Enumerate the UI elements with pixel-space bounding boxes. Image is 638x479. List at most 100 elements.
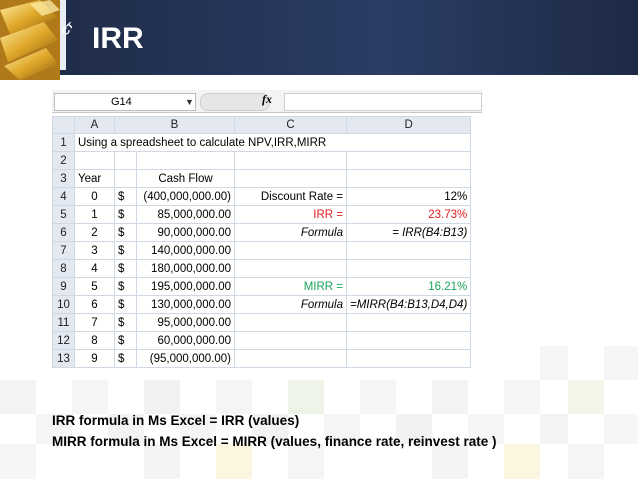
- cell-currency[interactable]: $: [114, 295, 137, 314]
- cell-currency[interactable]: [114, 151, 137, 170]
- mirr-label-cell[interactable]: MIRR =: [234, 277, 347, 296]
- cell-c[interactable]: [234, 349, 347, 368]
- row-header[interactable]: 1: [52, 133, 75, 152]
- column-header-a[interactable]: A: [74, 116, 115, 134]
- formula-input[interactable]: [284, 93, 482, 111]
- cell-b[interactable]: 60,000,000.00: [136, 331, 235, 350]
- table-row: 13 9 $ (95,000,000.00): [52, 349, 472, 368]
- select-all-corner[interactable]: [52, 116, 75, 134]
- cell-c[interactable]: [234, 151, 347, 170]
- cell-d[interactable]: [345, 331, 472, 350]
- cell-d[interactable]: [345, 169, 472, 188]
- cell-b[interactable]: [136, 151, 235, 170]
- row-header[interactable]: 10: [52, 295, 75, 314]
- chevron-down-icon[interactable]: ▼: [185, 94, 194, 110]
- cell-currency[interactable]: [114, 169, 137, 188]
- cell-a[interactable]: 8: [74, 331, 115, 350]
- cell-b[interactable]: 180,000,000.00: [136, 259, 235, 278]
- name-box[interactable]: G14 ▼: [54, 93, 196, 111]
- cell-a[interactable]: 3: [74, 241, 115, 260]
- cell-a[interactable]: [74, 151, 115, 170]
- table-row: 11 7 $ 95,000,000.00: [52, 313, 472, 332]
- cell-d[interactable]: 12%: [345, 187, 472, 206]
- row-header[interactable]: 8: [52, 259, 75, 278]
- cell-c[interactable]: [234, 241, 347, 260]
- name-box-value: G14: [111, 96, 132, 108]
- cell-c[interactable]: Formula: [234, 223, 347, 242]
- mirr-value-cell[interactable]: 16.21%: [345, 277, 472, 296]
- cell-currency[interactable]: $: [114, 205, 137, 224]
- formula-notes: IRR formula in Ms Excel = IRR (values) M…: [52, 410, 632, 452]
- cell-d[interactable]: [345, 259, 472, 278]
- row-header[interactable]: 13: [52, 349, 75, 368]
- cell-b[interactable]: 95,000,000.00: [136, 313, 235, 332]
- cell-d[interactable]: [345, 151, 472, 170]
- cell-currency[interactable]: $: [114, 241, 137, 260]
- row-header[interactable]: 11: [52, 313, 75, 332]
- page-title: IRR: [92, 22, 144, 55]
- irr-label-cell[interactable]: IRR =: [234, 205, 347, 224]
- table-row: 6 2 $ 90,000,000.00 Formula = IRR(B4:B13…: [52, 223, 472, 242]
- cell-currency[interactable]: $: [114, 223, 137, 242]
- row-header[interactable]: 2: [52, 151, 75, 170]
- cell-b[interactable]: 130,000,000.00: [136, 295, 235, 314]
- cell-c[interactable]: [234, 169, 347, 188]
- column-header-d[interactable]: D: [345, 116, 472, 134]
- column-header-b[interactable]: B: [114, 116, 235, 134]
- row-header[interactable]: 4: [52, 187, 75, 206]
- cell-b[interactable]: (400,000,000.00): [136, 187, 235, 206]
- mirr-note: MIRR formula in Ms Excel = MIRR (values,…: [52, 434, 497, 449]
- cell-c[interactable]: [234, 259, 347, 278]
- irr-value-cell[interactable]: 23.73%: [345, 205, 472, 224]
- title-cell[interactable]: Using a spreadsheet to calculate NPV,IRR…: [73, 133, 472, 152]
- row-header[interactable]: 5: [52, 205, 75, 224]
- cell-a[interactable]: 5: [74, 277, 115, 296]
- cell-b[interactable]: Cash Flow: [136, 169, 235, 188]
- row-header[interactable]: 12: [52, 331, 75, 350]
- spreadsheet-table: A B C D 1 Using a spreadsheet to calcula…: [52, 116, 472, 368]
- cell-currency[interactable]: $: [114, 259, 137, 278]
- cell-b[interactable]: 140,000,000.00: [136, 241, 235, 260]
- row-header[interactable]: 6: [52, 223, 75, 242]
- cell-b[interactable]: (95,000,000.00): [136, 349, 235, 368]
- cell-currency[interactable]: $: [114, 331, 137, 350]
- cell-d[interactable]: [345, 349, 472, 368]
- cell-c[interactable]: [234, 331, 347, 350]
- cell-a[interactable]: 9: [74, 349, 115, 368]
- spreadsheet-grid: A B C D 1 Using a spreadsheet to calcula…: [52, 116, 472, 368]
- cell-a[interactable]: Year: [74, 169, 115, 188]
- cell-currency[interactable]: $: [114, 187, 137, 206]
- cell-a[interactable]: 0: [74, 187, 115, 206]
- cell-c[interactable]: Formula: [234, 295, 347, 314]
- table-row: 12 8 $ 60,000,000.00: [52, 331, 472, 350]
- table-row: 1 Using a spreadsheet to calculate NPV,I…: [52, 133, 472, 152]
- cell-b[interactable]: 90,000,000.00: [136, 223, 235, 242]
- table-row: 8 4 $ 180,000,000.00: [52, 259, 472, 278]
- slide-header: CT IRR: [0, 0, 638, 80]
- fx-icon[interactable]: fx: [262, 92, 272, 107]
- column-header-c[interactable]: C: [234, 116, 347, 134]
- cell-currency[interactable]: $: [114, 313, 137, 332]
- row-header[interactable]: 3: [52, 169, 75, 188]
- cell-c[interactable]: [234, 313, 347, 332]
- cell-a[interactable]: 2: [74, 223, 115, 242]
- cell-a[interactable]: 1: [74, 205, 115, 224]
- cell-currency[interactable]: $: [114, 277, 137, 296]
- mirr-formula-cell[interactable]: =MIRR(B4:B13,D4,D4): [345, 295, 472, 314]
- irr-formula-cell[interactable]: = IRR(B4:B13): [345, 223, 472, 242]
- row-header[interactable]: 7: [52, 241, 75, 260]
- cell-d[interactable]: [345, 241, 472, 260]
- cell-d[interactable]: [345, 313, 472, 332]
- formula-bar-divider: [200, 93, 270, 111]
- table-row: 10 6 $ 130,000,000.00 Formula =MIRR(B4:B…: [52, 295, 472, 314]
- cell-currency[interactable]: $: [114, 349, 137, 368]
- row-header[interactable]: 9: [52, 277, 75, 296]
- cell-b[interactable]: 85,000,000.00: [136, 205, 235, 224]
- cell-a[interactable]: 4: [74, 259, 115, 278]
- cell-a[interactable]: 6: [74, 295, 115, 314]
- table-row: 9 5 $ 195,000,000.00 MIRR = 16.21%: [52, 277, 472, 296]
- cell-b[interactable]: 195,000,000.00: [136, 277, 235, 296]
- cell-c[interactable]: Discount Rate =: [234, 187, 347, 206]
- gold-bars-image: CT: [0, 0, 72, 80]
- cell-a[interactable]: 7: [74, 313, 115, 332]
